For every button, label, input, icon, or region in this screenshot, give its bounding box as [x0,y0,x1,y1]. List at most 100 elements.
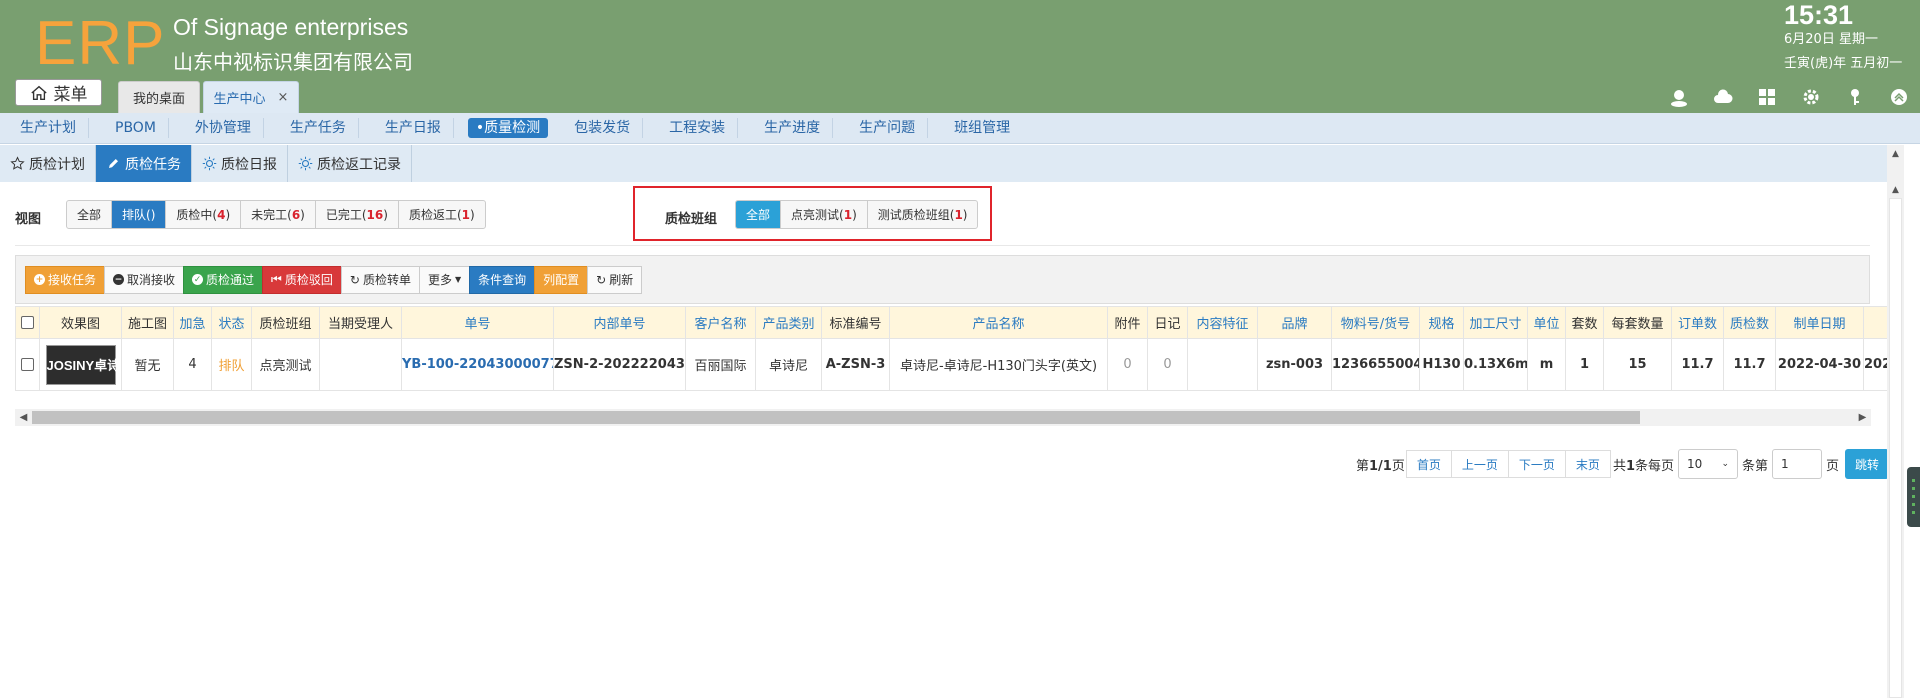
column-header[interactable]: 套数 [1565,306,1604,339]
cell-attachments[interactable]: 0 [1107,338,1148,391]
scroll-right-icon[interactable]: ▶ [1854,409,1871,426]
view-filter-rework[interactable]: 质检返工(1) [399,201,485,228]
menu-button[interactable]: 菜单 [15,79,102,106]
column-header[interactable]: 状态 [211,306,252,339]
key-icon[interactable] [1844,86,1866,108]
column-header[interactable]: 单位 [1527,306,1566,339]
page-info: 第1/1页 [1356,458,1405,474]
cell-size: 0.13X6m [1463,338,1528,391]
column-header[interactable]: 产品类别 [755,306,822,339]
more-button[interactable]: 更多 ▼ [418,265,471,294]
nav-item-progress[interactable]: 生产进度 [752,118,834,138]
apps-icon[interactable] [1756,86,1778,108]
nav-item-production-task[interactable]: 生产任务 [278,118,359,138]
cell-diary[interactable]: 0 [1147,338,1188,391]
team-filter-light-test[interactable]: 点亮测试(1) [781,201,868,228]
column-header[interactable]: 单号 [401,306,554,339]
column-header[interactable]: 产品名称 [889,306,1108,339]
scroll-up-icon[interactable]: ▲ [1887,181,1904,198]
tab-my-desktop[interactable]: 我的桌面 [118,81,200,113]
qc-transfer-button[interactable]: ↻ 质检转单 [340,265,420,294]
order-number-link[interactable]: YB-100-22043000077 [401,338,554,391]
page-size-select[interactable]: 10 ⌄ [1678,449,1739,479]
row-checkbox[interactable] [15,338,40,391]
subnav-qc-daily[interactable]: 质检日报 [192,145,288,182]
scrollbar-thumb[interactable] [1889,198,1902,698]
first-page-button[interactable]: 首页 [1405,450,1452,478]
user-icon[interactable] [1668,86,1690,108]
column-header[interactable]: 每套数量 [1603,306,1672,339]
view-filter-inspecting[interactable]: 质检中(4) [166,201,242,228]
close-icon[interactable]: × [278,90,289,105]
task-table: 效果图 施工图 加急 状态 质检班组 当期受理人 单号 内部单号 客户名称 产品… [15,306,1892,391]
column-header[interactable]: 效果图 [39,306,122,339]
nav-item-quality-inspection[interactable]: •质量检测 [467,118,549,138]
column-header[interactable]: 加工尺寸 [1463,306,1528,339]
subnav-qc-rework-label: 质检返工记录 [317,156,401,173]
team-filter-all[interactable]: 全部 [736,201,782,228]
vertical-scrollbar[interactable]: ▲ ▲ [1887,145,1904,698]
cell-sets: 1 [1565,338,1604,391]
receive-task-button[interactable]: + 接收任务 [25,265,106,294]
side-widget[interactable] [1907,467,1920,527]
horizontal-scrollbar[interactable]: ◀ ▶ [15,409,1871,426]
table-row[interactable]: JOSINY卓诗尼 暂无 4 排队 点亮测试 YB-100-2204300007… [15,338,1892,391]
column-header[interactable]: 客户名称 [685,306,756,339]
column-header[interactable]: 质检班组 [251,306,320,339]
column-header[interactable]: 制单日期 [1775,306,1864,339]
column-header[interactable]: 内容特征 [1187,306,1258,339]
nav-item-pbom[interactable]: PBOM [103,118,169,138]
go-button[interactable]: 跳转 [1845,449,1890,479]
cell-standard-no: A-ZSN-3 [821,338,890,391]
nav-item-production-daily[interactable]: 生产日报 [373,118,454,138]
refresh-button[interactable]: ↻ 刷新 [587,265,643,294]
view-filter-unfinished[interactable]: 未完工(6) [241,201,316,228]
column-header[interactable]: 质检数 [1723,306,1776,339]
column-header[interactable]: 内部单号 [553,306,686,339]
nav-item-production-issues[interactable]: 生产问题 [847,118,929,138]
cancel-receive-button[interactable]: − 取消接收 [104,265,185,294]
query-button[interactable]: 条件查询 [469,265,536,294]
qc-pass-button[interactable]: ✓ 质检通过 [183,265,264,294]
column-header[interactable]: 当期受理人 [319,306,402,339]
page-number-input[interactable]: 1 [1772,449,1823,479]
qc-reject-button[interactable]: ⏮ 质检驳回 [262,265,342,294]
column-header[interactable]: 物料号/货号 [1331,306,1420,339]
subnav-qc-task[interactable]: 质检任务 [96,145,192,182]
next-page-button[interactable]: 下一页 [1507,450,1566,478]
nav-item-packaging-shipping[interactable]: 包装发货 [562,118,644,138]
scrollbar-thumb[interactable] [32,411,1640,424]
view-filter-label: 视图 [15,212,42,227]
gear-icon[interactable] [1800,86,1822,108]
view-filter-queued[interactable]: 排队() [112,201,167,228]
collapse-icon[interactable] [1888,86,1910,108]
column-header[interactable]: 标准编号 [821,306,890,339]
nav-item-outsourcing[interactable]: 外协管理 [183,118,264,138]
team-filter-group: 全部 点亮测试(1) 测试质检班组(1) [735,200,979,229]
select-all-checkbox[interactable] [15,306,40,339]
cloud-icon[interactable] [1712,86,1734,108]
column-header[interactable]: 日记 [1147,306,1188,339]
column-config-button[interactable]: 列配置 [534,265,589,294]
nav-item-production-plan[interactable]: 生产计划 [8,118,89,138]
column-header[interactable]: 品牌 [1257,306,1332,339]
column-header[interactable]: 订单数 [1671,306,1724,339]
scroll-up-icon[interactable]: ▲ [1887,145,1904,162]
column-header[interactable]: 附件 [1107,306,1148,339]
last-page-button[interactable]: 末页 [1564,450,1611,478]
prev-page-button[interactable]: 上一页 [1450,450,1509,478]
team-filter-test-team[interactable]: 测试质检班组(1) [868,201,978,228]
effect-thumbnail[interactable]: JOSINY卓诗尼 [39,338,122,391]
column-header[interactable]: 加急 [173,306,212,339]
subnav-qc-plan[interactable]: 质检计划 [0,145,96,182]
scroll-left-icon[interactable]: ◀ [15,409,32,426]
clock-time: 15:31 [1784,0,1854,30]
nav-item-team-management[interactable]: 班组管理 [942,118,1022,138]
column-header[interactable]: 施工图 [121,306,174,339]
column-header[interactable]: 规格 [1419,306,1464,339]
subnav-qc-rework[interactable]: 质检返工记录 [288,145,412,182]
tab-production-center[interactable]: 生产中心 × [203,81,299,113]
view-filter-finished[interactable]: 已完工(16) [316,201,399,228]
view-filter-all[interactable]: 全部 [67,201,113,228]
nav-item-installation[interactable]: 工程安装 [657,118,739,138]
